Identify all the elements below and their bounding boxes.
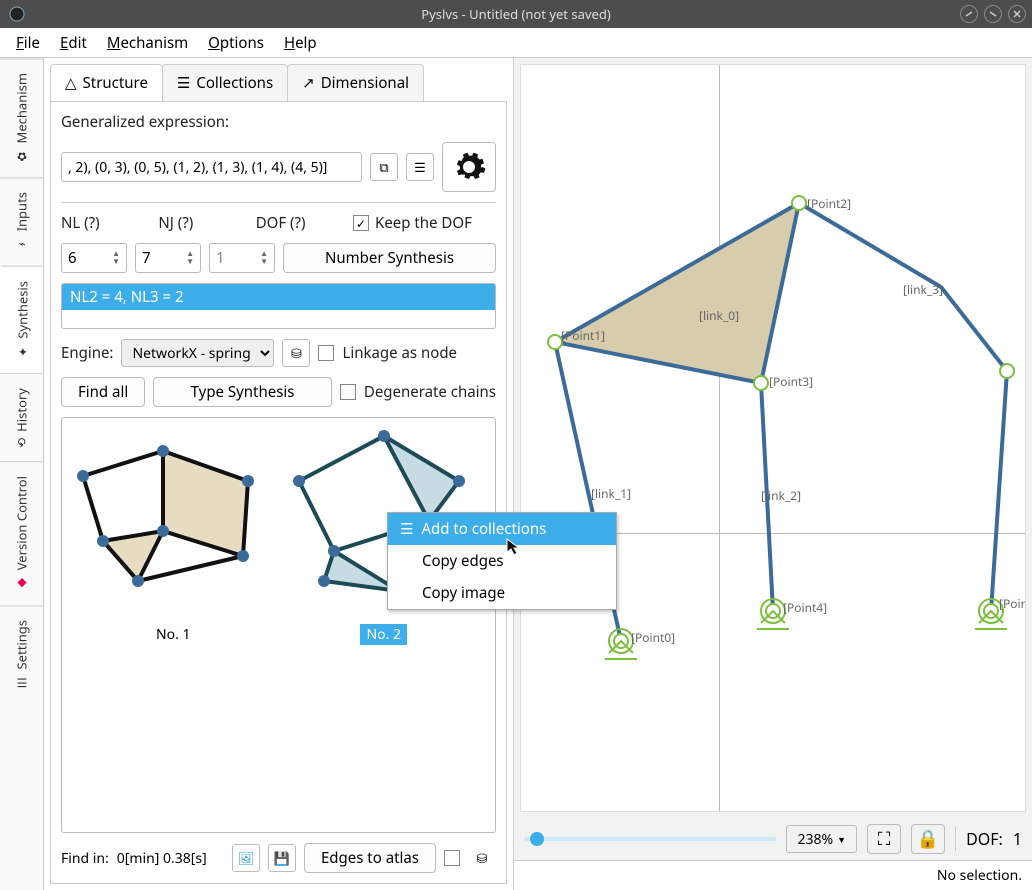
db-icon-button[interactable]: ⛁ (468, 844, 496, 872)
dof-label: DOF (?) (256, 213, 345, 233)
engine-db-button[interactable]: ⛁ (282, 339, 310, 367)
label-p0: [Point0] (631, 629, 675, 646)
find-in-value: 0[min] 0.38[s] (117, 849, 207, 868)
graph-1-icon (73, 426, 273, 616)
vtab-synthesis[interactable]: ✦Synthesis (0, 266, 43, 373)
main-canvas[interactable]: [Point1] [Point2] [Point3] [Point0] [Poi… (520, 64, 1026, 812)
assortment-list[interactable]: NL2 = 4, NL3 = 2 (61, 283, 496, 329)
gear-button[interactable] (442, 142, 496, 192)
edges-to-atlas-button[interactable]: Edges to atlas (304, 843, 436, 873)
linkage-as-node-check[interactable] (318, 345, 334, 361)
find-in-label: Find in: (61, 849, 109, 868)
tab-dimensional[interactable]: ↗Dimensional (287, 64, 424, 101)
nj-spin[interactable]: 7▲▼ (135, 243, 201, 273)
picture-button[interactable]: 🖼 (232, 844, 260, 872)
label-p1: [Point1] (561, 327, 605, 344)
ctx-copy-edges[interactable]: Copy edges (388, 545, 616, 577)
close-button[interactable] (1008, 5, 1026, 23)
collections-icon: ☰ (400, 519, 413, 539)
vtab-version-control[interactable]: ◆Version Control (0, 461, 43, 604)
tab-collections[interactable]: ☰Collections (162, 64, 288, 101)
nl-spin[interactable]: 6▲▼ (61, 243, 127, 273)
menu-help[interactable]: Help (276, 30, 325, 56)
result-2-label: No. 2 (360, 624, 407, 645)
linkage-as-node-label: Linkage as node (342, 343, 457, 363)
save-button[interactable]: 💾 (268, 844, 296, 872)
label-l2: [link_2] (761, 487, 801, 504)
structure-icon: △ (65, 73, 77, 93)
stack-expr-button[interactable]: ☰ (406, 153, 434, 181)
menu-edit[interactable]: Edit (52, 30, 95, 56)
label-p2: [Point2] (807, 195, 851, 212)
label-l0: [link_0] (699, 307, 739, 324)
engine-select[interactable]: NetworkX - spring (121, 339, 274, 367)
copy-expr-button[interactable]: ⧉ (370, 153, 398, 181)
canvas-svg (521, 65, 1025, 811)
vtab-inputs[interactable]: ⌁Inputs (0, 177, 43, 265)
context-menu: ☰Add to collections Copy edges Copy imag… (387, 512, 617, 610)
nl-label: NL (?) (61, 213, 150, 233)
vtab-settings[interactable]: ☰Settings (0, 605, 43, 703)
gear-icon (451, 149, 487, 185)
label-p4: [Point4] (783, 599, 827, 616)
minimize-button[interactable] (960, 5, 978, 23)
dof-value-status: 1 (1013, 828, 1022, 850)
atlas-check[interactable] (444, 850, 460, 866)
results-grid[interactable]: No. 1 No. 2 (61, 417, 496, 833)
nj-label: NJ (?) (158, 213, 247, 233)
number-synthesis-button[interactable]: Number Synthesis (283, 243, 496, 273)
label-p3: [Point3] (769, 373, 813, 390)
maximize-button[interactable] (984, 5, 1002, 23)
label-p5: [Point5] (999, 595, 1026, 612)
vtab-history[interactable]: ⟲History (0, 373, 43, 462)
result-1[interactable]: No. 1 (70, 426, 277, 824)
tab-structure[interactable]: △Structure (50, 64, 163, 101)
label-l3: [link_3] (903, 281, 943, 298)
status-text: No selection. (937, 866, 1022, 885)
expr-label: Generalized expression: (61, 112, 496, 132)
result-2[interactable]: No. 2 (281, 426, 488, 824)
result-1-label: No. 1 (150, 624, 197, 645)
dof-spin[interactable]: 1▲▼ (209, 243, 275, 273)
dof-label-status: DOF: (966, 828, 1003, 850)
menu-file[interactable]: File (8, 30, 48, 56)
canvas-slider[interactable] (524, 837, 776, 841)
keep-dof-checkbox[interactable]: ✓ (353, 215, 369, 231)
engine-label: Engine: (61, 343, 113, 363)
expr-input[interactable] (61, 152, 362, 182)
zoom-select[interactable]: 238%▼ (786, 825, 857, 853)
assortment-row[interactable]: NL2 = 4, NL3 = 2 (62, 284, 495, 310)
ctx-add-to-collections[interactable]: ☰Add to collections (388, 513, 616, 545)
fit-button[interactable]: ⛶ (867, 824, 901, 854)
app-icon (8, 5, 26, 23)
dimensional-icon: ↗ (302, 73, 315, 93)
vtab-mechanism[interactable]: ✿Mechanism (0, 58, 43, 177)
menu-options[interactable]: Options (200, 30, 272, 56)
degenerate-check[interactable] (340, 384, 356, 400)
find-all-button[interactable]: Find all (61, 377, 145, 407)
collections-icon: ☰ (177, 73, 190, 93)
lock-button[interactable]: 🔒 (911, 824, 945, 854)
type-synthesis-button[interactable]: Type Synthesis (153, 377, 332, 407)
menu-mechanism[interactable]: Mechanism (99, 30, 196, 56)
degenerate-label: Degenerate chains (364, 382, 496, 402)
ctx-copy-image[interactable]: Copy image (388, 577, 616, 609)
window-title: Pyslvs - Untitled (not yet saved) (421, 5, 610, 23)
keep-dof-label: Keep the DOF (375, 213, 472, 233)
label-l1: [link_1] (591, 485, 631, 502)
